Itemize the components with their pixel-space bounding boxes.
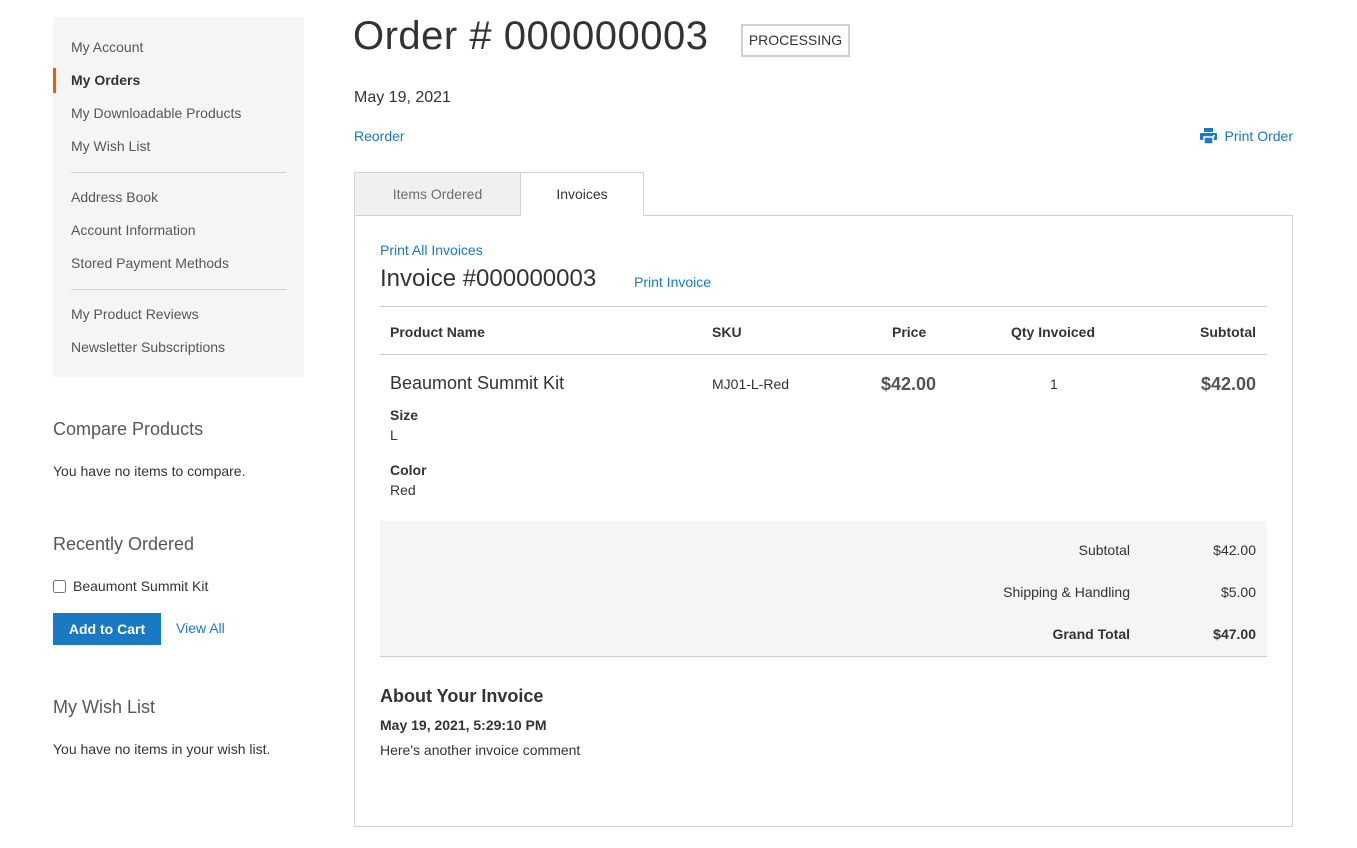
print-all-invoices-link[interactable]: Print All Invoices <box>380 242 483 258</box>
printer-icon <box>1199 128 1217 144</box>
print-order-label: Print Order <box>1224 128 1293 144</box>
item-product-name: Beaumont Summit Kit <box>390 373 565 393</box>
col-subtotal: Subtotal <box>1200 324 1256 340</box>
nav-my-account[interactable]: My Account <box>53 31 304 64</box>
print-invoice-link[interactable]: Print Invoice <box>634 274 711 290</box>
nav-divider <box>71 289 286 290</box>
nav-stored-payment-methods[interactable]: Stored Payment Methods <box>53 247 304 280</box>
option-label: Color <box>390 462 427 478</box>
invoice-comment: Here's another invoice comment <box>380 742 581 758</box>
nav-my-orders[interactable]: My Orders <box>53 64 304 97</box>
compare-products-title: Compare Products <box>53 419 204 439</box>
nav-divider <box>71 172 286 173</box>
option-label: Size <box>390 407 419 423</box>
about-invoice-title: About Your Invoice <box>380 686 544 706</box>
view-all-link[interactable]: View All <box>176 620 225 636</box>
item-qty: 1 <box>1050 376 1058 392</box>
item-price: $42.00 <box>881 374 937 394</box>
totals-shipping-value: $5.00 <box>1220 584 1256 600</box>
tab-invoices[interactable]: Invoices <box>520 172 644 216</box>
nav-product-reviews[interactable]: My Product Reviews <box>53 298 304 331</box>
totals-bottom-divider <box>380 656 1267 657</box>
nav-account-information[interactable]: Account Information <box>53 214 304 247</box>
totals-subtotal-label: Subtotal <box>1078 542 1130 558</box>
compare-empty-text: You have no items to compare. <box>53 463 246 479</box>
option-value: Red <box>390 482 416 498</box>
invoice-totals <box>380 521 1267 656</box>
order-date: May 19, 2021 <box>354 89 451 106</box>
totals-grand-total-value: $47.00 <box>1213 626 1256 642</box>
col-qty-invoiced: Qty Invoiced <box>1011 324 1096 340</box>
item-sku: MJ01-L-Red <box>712 376 790 392</box>
recently-ordered-title: Recently Ordered <box>53 534 195 554</box>
account-nav: My Account My Orders My Downloadable Pro… <box>53 17 304 377</box>
add-to-cart-button[interactable]: Add to Cart <box>53 613 161 645</box>
item-subtotal: $42.00 <box>1200 374 1256 394</box>
col-product-name: Product Name <box>390 324 485 340</box>
print-order-link[interactable]: Print Order <box>1199 128 1293 144</box>
recently-ordered-item: Beaumont Summit Kit <box>53 578 208 594</box>
totals-grand-total-label: Grand Total <box>1052 626 1130 642</box>
totals-subtotal-value: $42.00 <box>1213 542 1256 558</box>
col-sku: SKU <box>712 324 742 340</box>
recently-ordered-checkbox[interactable] <box>53 579 66 593</box>
nav-newsletter-subscriptions[interactable]: Newsletter Subscriptions <box>53 331 304 364</box>
invoice-title: Invoice #000000003 <box>380 265 597 292</box>
recently-ordered-item-name: Beaumont Summit Kit <box>73 578 209 594</box>
page-title: Order # 000000003 <box>353 14 709 58</box>
nav-wish-list[interactable]: My Wish List <box>53 130 304 163</box>
col-price: Price <box>892 324 927 340</box>
nav-address-book[interactable]: Address Book <box>53 181 304 214</box>
order-status-badge: PROCESSING <box>741 24 850 57</box>
option-value: L <box>390 427 398 443</box>
invoice-comment-date: May 19, 2021, 5:29:10 PM <box>380 717 547 733</box>
table-header-divider <box>380 354 1267 355</box>
wishlist-title: My Wish List <box>53 697 156 717</box>
nav-downloadable-products[interactable]: My Downloadable Products <box>53 97 304 130</box>
totals-shipping-label: Shipping & Handling <box>1003 584 1130 600</box>
table-top-divider <box>380 306 1267 307</box>
reorder-link[interactable]: Reorder <box>354 128 405 144</box>
wishlist-empty-text: You have no items in your wish list. <box>53 741 271 757</box>
tab-items-ordered[interactable]: Items Ordered <box>354 172 521 216</box>
